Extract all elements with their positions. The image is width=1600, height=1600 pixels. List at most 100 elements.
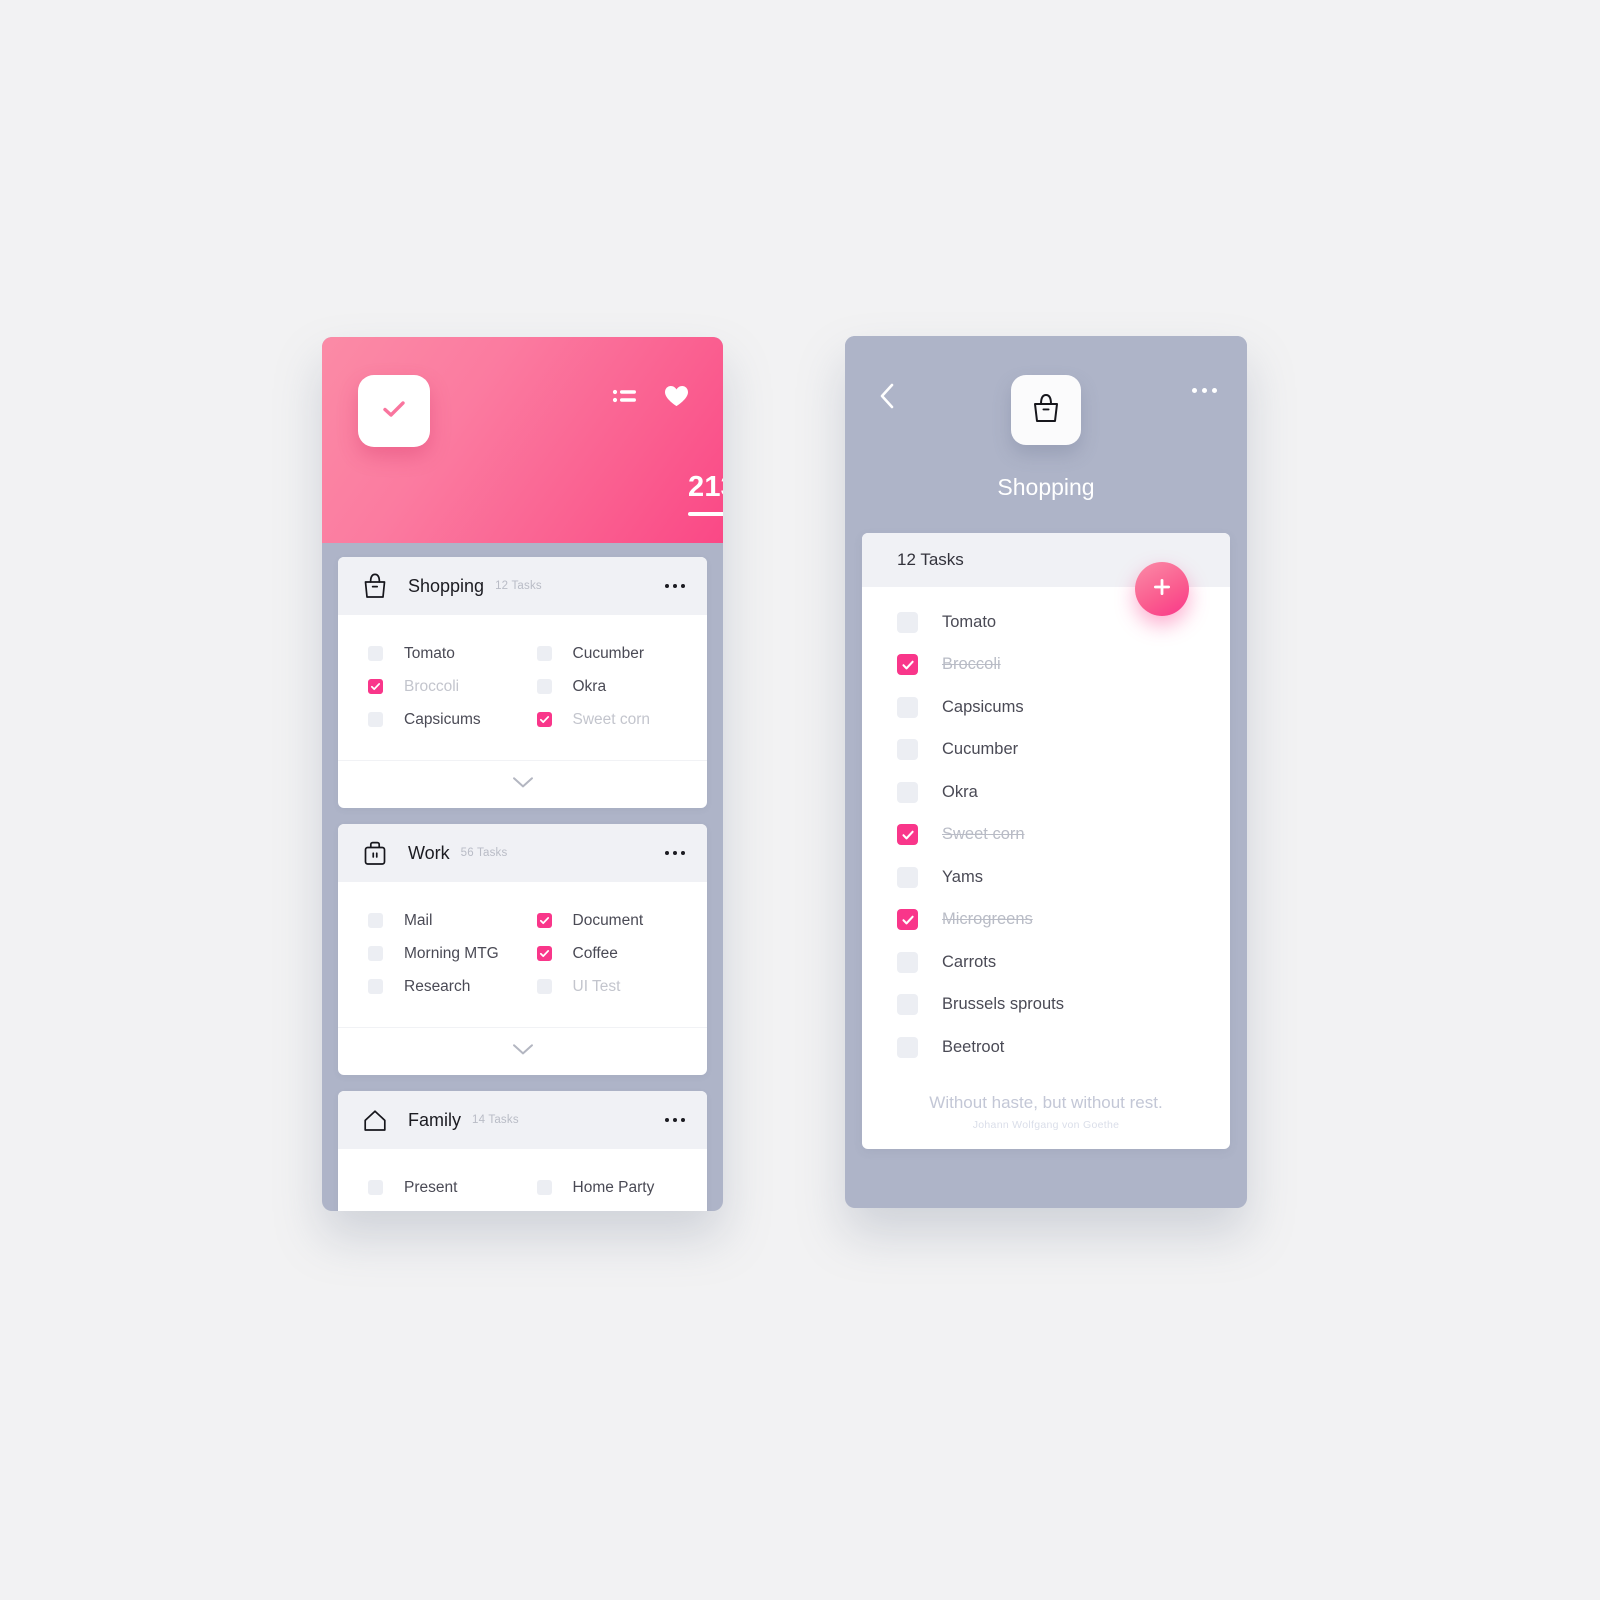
- task-label: Sweet corn: [942, 825, 1025, 844]
- group-card: Work 56 Tasks Mail Document Morning MTG Coffe…: [338, 824, 707, 1075]
- chevron-left-icon[interactable]: [878, 382, 896, 410]
- more-icon[interactable]: [665, 1118, 685, 1122]
- task-label: Capsicums: [404, 710, 481, 728]
- more-icon[interactable]: [1192, 388, 1217, 393]
- task-item[interactable]: UI Test: [523, 970, 708, 1003]
- task-checkbox[interactable]: [897, 611, 918, 633]
- task-checkbox[interactable]: [897, 739, 918, 761]
- task-checkbox[interactable]: [368, 913, 383, 928]
- dot: [1212, 388, 1217, 393]
- group-header[interactable]: Family 14 Tasks: [338, 1091, 707, 1149]
- task-checkbox[interactable]: [368, 1180, 383, 1195]
- group-task-grid: Present Home Party: [338, 1149, 707, 1211]
- task-checkbox[interactable]: [897, 654, 918, 676]
- task-checkbox[interactable]: [897, 951, 918, 973]
- task-label: Cucumber: [942, 740, 1019, 759]
- group-header[interactable]: Work 56 Tasks: [338, 824, 707, 882]
- task-item[interactable]: Present: [338, 1171, 523, 1204]
- task-item[interactable]: Broccoli: [338, 670, 523, 703]
- progress-bar-fill: [688, 512, 723, 516]
- task-label: Okra: [572, 677, 607, 695]
- group-title: Shopping: [408, 575, 485, 596]
- list-item[interactable]: Cucumber: [862, 729, 1230, 772]
- list-item[interactable]: Microgreens: [862, 899, 1230, 942]
- task-item[interactable]: Cucumber: [523, 637, 708, 670]
- task-item[interactable]: Okra: [523, 670, 708, 703]
- task-checkbox[interactable]: [897, 696, 918, 718]
- briefcase-icon: [362, 839, 388, 867]
- hero-actions: [612, 385, 689, 407]
- task-checkbox[interactable]: [536, 679, 552, 694]
- phone-overview: 213 / 245 Shopping 12 Tasks Tomato Cucumber…: [322, 337, 723, 1211]
- task-label: Brussels sprouts: [942, 995, 1064, 1014]
- task-item[interactable]: Capsicums: [338, 703, 523, 736]
- quote-block: Without haste, but without rest. Johann …: [862, 1093, 1230, 1131]
- task-item[interactable]: Coffee: [523, 937, 708, 970]
- group-title: Work: [408, 842, 450, 863]
- task-checkbox[interactable]: [536, 712, 552, 727]
- group-task-count: 14 Tasks: [472, 1114, 519, 1126]
- task-label: Present: [404, 1178, 458, 1196]
- task-label: Sweet corn: [572, 710, 651, 728]
- task-checkbox[interactable]: [897, 781, 918, 803]
- group-header[interactable]: Shopping 12 Tasks: [338, 557, 707, 615]
- dot: [1202, 388, 1207, 393]
- task-checkbox[interactable]: [536, 646, 552, 661]
- task-label: Tomato: [404, 644, 455, 662]
- task-checkbox[interactable]: [897, 994, 918, 1016]
- quote-author: Johann Wolfgang von Goethe: [972, 1118, 1120, 1131]
- list-item[interactable]: Okra: [862, 771, 1230, 814]
- group-card: Shopping 12 Tasks Tomato Cucumber Broccoli Ok…: [338, 557, 707, 808]
- phone-detail: Shopping 12 Tasks Tomato Broccoli Capsicum…: [845, 336, 1247, 1208]
- task-item[interactable]: Tomato: [338, 637, 523, 670]
- task-label: Research: [404, 977, 471, 995]
- task-checkbox[interactable]: [536, 979, 552, 994]
- more-icon[interactable]: [665, 584, 685, 588]
- task-checkbox[interactable]: [368, 979, 383, 994]
- task-checkbox[interactable]: [368, 679, 383, 694]
- list-item[interactable]: Broccoli: [862, 644, 1230, 687]
- task-checkbox[interactable]: [368, 946, 383, 961]
- home-icon: [362, 1106, 388, 1134]
- overview-hero: 213 / 245: [322, 337, 723, 543]
- task-checkbox[interactable]: [368, 646, 383, 661]
- task-item[interactable]: Morning MTG: [338, 937, 523, 970]
- task-checkbox[interactable]: [897, 1036, 918, 1058]
- task-item[interactable]: Research: [338, 970, 523, 1003]
- task-label: Yams: [942, 867, 983, 886]
- task-item[interactable]: Mail: [338, 904, 523, 937]
- group-title: Family: [408, 1109, 461, 1130]
- list-item[interactable]: Capsicums: [862, 686, 1230, 729]
- app-stage: 213 / 245 Shopping 12 Tasks Tomato Cucumber…: [0, 0, 1600, 1600]
- list-icon[interactable]: [612, 386, 638, 406]
- list-item[interactable]: Carrots: [862, 941, 1230, 984]
- task-item[interactable]: Sweet corn: [523, 703, 708, 736]
- plus-icon: [1150, 575, 1174, 604]
- chevron-down-icon: [512, 1043, 534, 1061]
- task-label: Broccoli: [404, 677, 460, 695]
- task-checkbox[interactable]: [897, 824, 918, 846]
- shopping-bag-icon: [1031, 392, 1061, 429]
- list-item[interactable]: Yams: [862, 856, 1230, 899]
- task-checkbox[interactable]: [536, 913, 552, 928]
- list-item[interactable]: Beetroot: [862, 1026, 1230, 1069]
- task-checkbox[interactable]: [368, 712, 383, 727]
- task-label: Carrots: [942, 952, 997, 971]
- task-checkbox[interactable]: [897, 866, 918, 888]
- add-task-button[interactable]: [1135, 562, 1189, 616]
- task-label: Document: [572, 911, 644, 929]
- group-task-count: 56 Tasks: [460, 847, 508, 859]
- expand-group-button[interactable]: [338, 760, 707, 808]
- task-checkbox[interactable]: [536, 1180, 552, 1195]
- progress-bar: [688, 512, 723, 516]
- list-item[interactable]: Sweet corn: [862, 814, 1230, 857]
- task-checkbox[interactable]: [536, 946, 552, 961]
- task-item[interactable]: Document: [523, 904, 708, 937]
- more-icon[interactable]: [665, 851, 685, 855]
- task-label: Capsicums: [942, 697, 1024, 716]
- expand-group-button[interactable]: [338, 1027, 707, 1075]
- task-item[interactable]: Home Party: [523, 1171, 708, 1204]
- list-item[interactable]: Brussels sprouts: [862, 984, 1230, 1027]
- heart-icon[interactable]: [664, 385, 689, 407]
- task-checkbox[interactable]: [897, 909, 918, 931]
